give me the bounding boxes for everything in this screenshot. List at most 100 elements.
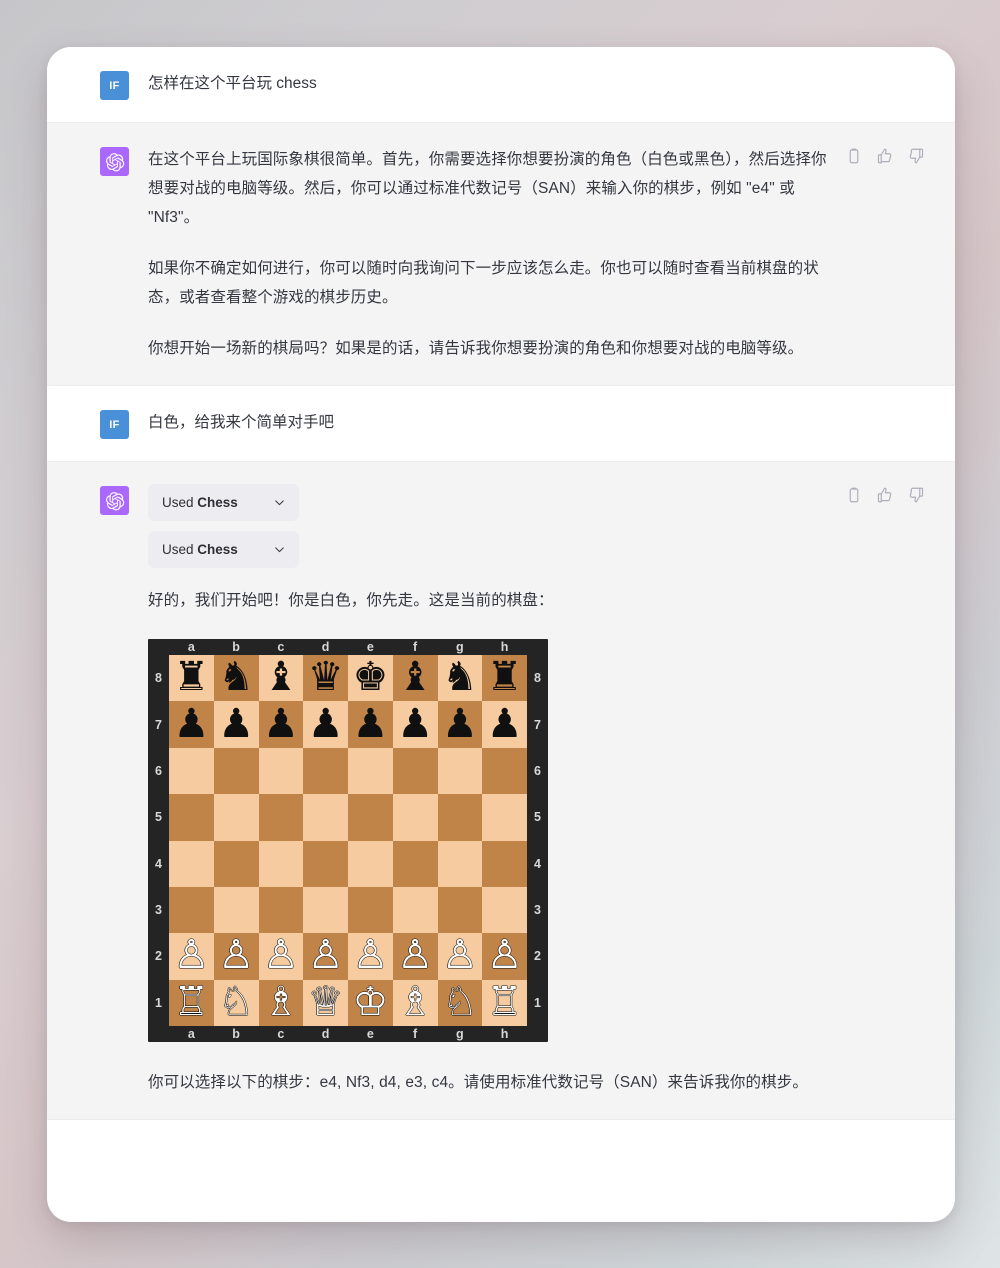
tool-pill-label: Used Chess [162,495,238,510]
thumbs-down-icon[interactable] [907,486,925,504]
board-square-d8[interactable]: ♛ [303,655,348,702]
black-rook-piece: ♜ [173,654,210,701]
board-square-a7[interactable]: ♟ [169,701,214,748]
board-square-b4[interactable] [213,840,259,887]
board-square-f1[interactable]: ♗ [392,979,438,1026]
board-square-c8[interactable]: ♝ [258,654,304,702]
board-rank-labels-right: 8 7 6 5 4 3 2 1 [527,655,548,1026]
board-square-c1[interactable]: ♗ [258,979,304,1026]
board-rank-label-6: 6 [534,763,541,778]
board-square-a8[interactable]: ♜ [169,654,214,702]
avatar-column: IF [47,69,148,100]
board-square-h1[interactable]: ♖ [482,979,527,1026]
board-square-g5[interactable] [437,794,483,841]
board-square-c5[interactable] [258,794,304,841]
board-square-c3[interactable] [258,886,304,934]
board-square-b5[interactable] [213,794,259,841]
board-square-e2[interactable]: ♙ [348,933,393,980]
white-pawn-piece: ♙ [262,932,299,979]
board-square-d4[interactable] [303,840,348,887]
black-pawn-piece: ♟ [262,700,299,747]
board-square-a2[interactable]: ♙ [169,933,214,980]
board-square-b3[interactable] [213,886,259,934]
white-knight-piece: ♘ [218,978,255,1025]
thumbs-up-icon[interactable] [876,486,894,504]
board-square-g2[interactable]: ♙ [437,933,483,980]
message-row-user-1: IF 怎样在这个平台玩 chess [47,47,955,122]
board-square-f2[interactable]: ♙ [392,933,438,980]
board-square-b2[interactable]: ♙ [213,932,259,980]
white-pawn-piece: ♙ [218,932,255,979]
board-square-d7[interactable]: ♟ [303,701,348,748]
board-square-c4[interactable] [258,840,304,887]
white-king-piece: ♔ [352,978,389,1025]
board-square-e1[interactable]: ♔ [348,978,393,1026]
black-bishop-piece: ♝ [397,654,434,701]
board-square-g1[interactable]: ♘ [437,978,483,1026]
board-square-g7[interactable]: ♟ [437,701,483,748]
copy-icon[interactable] [845,486,863,504]
board-square-e4[interactable] [348,840,393,887]
board-square-g6[interactable] [437,747,483,795]
chevron-down-icon[interactable] [273,543,286,556]
board-square-b8[interactable]: ♞ [213,655,259,702]
board-square-a5[interactable] [169,794,214,841]
board-rank-label-3: 3 [534,903,541,918]
board-square-g8[interactable]: ♞ [437,655,483,702]
board-square-a4[interactable] [169,840,214,887]
board-square-b1[interactable]: ♘ [213,978,259,1026]
board-square-b6[interactable] [213,747,259,795]
board-rank-label-7: 7 [155,717,162,732]
board-square-f8[interactable]: ♝ [392,654,438,702]
chess-board: abcdefgh 87654321 ♜ ♞ ♝ ♛ ♚ ♝ ♞ ♜ ♟ ♟ ♟ ♟ ♟ ♟ ♟ ♟ ♙ ♙ ♙ ♙ ♙ ♙… [148,639,548,1042]
board-square-e7[interactable]: ♟ [348,701,393,748]
board-square-d2[interactable]: ♙ [303,933,348,980]
board-square-a3[interactable] [169,886,214,934]
board-square-g3[interactable] [437,886,483,934]
board-corner [148,639,169,655]
tool-pill-used-chess-2[interactable]: Used Chess [148,531,299,568]
board-square-d5[interactable] [303,794,348,841]
tool-pill-used-chess-1[interactable]: Used Chess [148,484,299,521]
board-square-b7[interactable]: ♟ [213,701,259,748]
board-square-f4[interactable] [392,840,438,887]
board-file-label-c: c [277,640,285,654]
board-square-c6[interactable] [258,747,304,795]
thumbs-down-icon[interactable] [907,147,925,165]
black-bishop-piece: ♝ [262,654,299,701]
board-square-h2[interactable]: ♙ [482,933,527,980]
board-square-d3[interactable] [303,886,348,934]
board-square-f5[interactable] [392,794,438,841]
copy-icon[interactable] [845,147,863,165]
board-file-label-c: c [277,1027,285,1041]
board-square-g4[interactable] [437,840,483,887]
board-square-a6[interactable] [169,747,214,795]
board-rank-label-1: 1 [534,995,541,1010]
board-square-h6[interactable] [482,747,527,795]
board-square-f6[interactable] [392,747,438,795]
board-square-e3[interactable] [348,886,393,934]
board-rank-label-3: 3 [155,903,162,918]
thumbs-up-icon[interactable] [876,147,894,165]
board-square-f7[interactable]: ♟ [392,701,438,748]
board-square-e8[interactable]: ♚ [348,655,393,702]
board-square-h4[interactable] [482,840,527,887]
board-square-d1[interactable]: ♕ [303,979,348,1026]
board-file-labels-bottom: a b c d e f g h [169,1026,527,1042]
board-square-h7[interactable]: ♟ [482,701,527,748]
board-square-h3[interactable] [482,886,527,934]
board-rank-label-6: 6 [155,763,162,778]
board-square-h5[interactable] [482,794,527,841]
board-square-h8[interactable]: ♜ [482,655,527,702]
white-knight-piece: ♘ [441,978,478,1025]
board-square-a1[interactable]: ♖ [169,979,214,1026]
board-square-f3[interactable] [392,886,438,934]
board-file-labels-top: a b c d e f g h [169,639,527,655]
board-square-c7[interactable]: ♟ [258,700,304,748]
board-square-d6[interactable] [303,747,348,795]
chevron-down-icon[interactable] [273,496,286,509]
board-square-e5[interactable] [348,794,393,841]
board-square-c2[interactable]: ♙ [258,932,304,980]
board-square-e6[interactable] [348,747,393,795]
assistant-paragraph-post-board: 你可以选择以下的棋步：e4, Nf3, d4, e3, c4。请使用标准代数记号… [148,1074,808,1091]
